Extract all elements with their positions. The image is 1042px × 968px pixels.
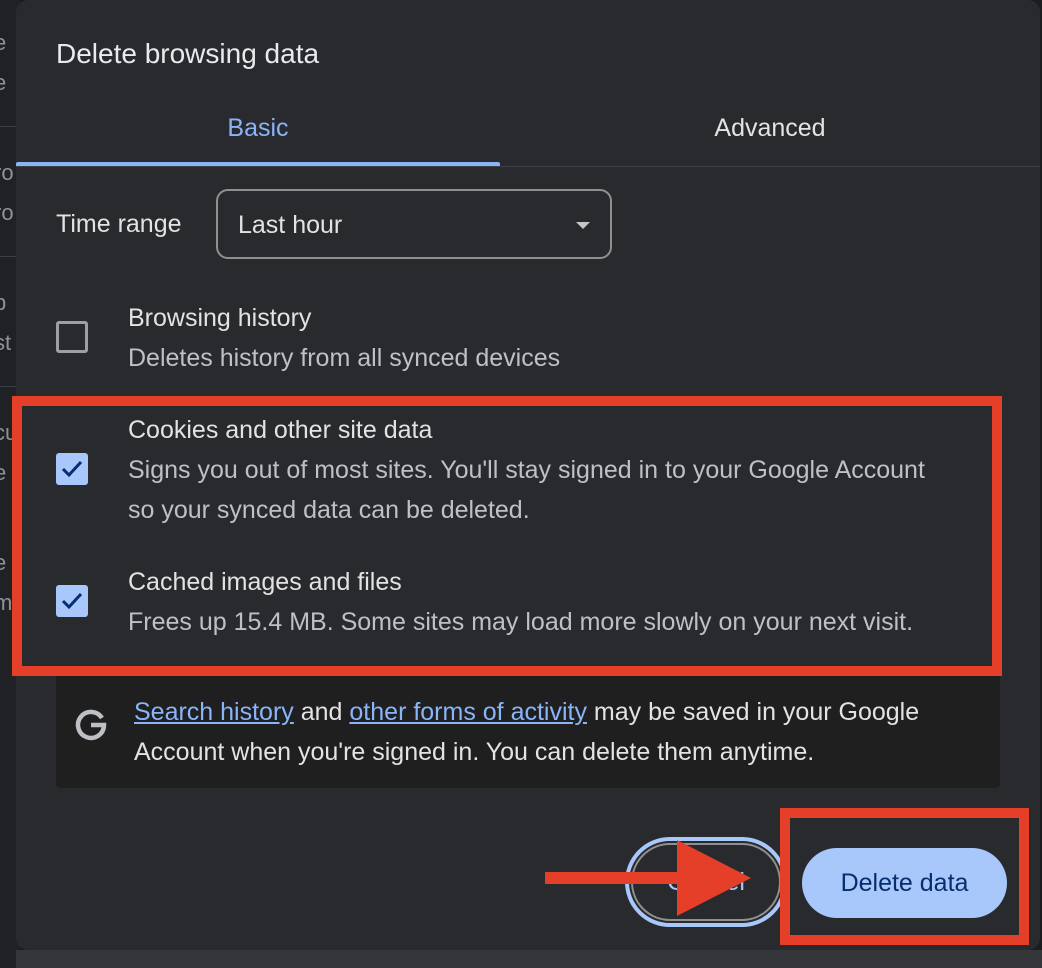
background-text: m (0, 590, 13, 615)
browsing-history-title: Browsing history (128, 304, 312, 332)
time-range-label: Time range (56, 210, 182, 238)
background-text: st (0, 330, 12, 355)
background-text: e (0, 460, 7, 485)
browsing-history-checkbox[interactable] (56, 321, 88, 353)
cookies-description: Signs you out of most sites. You'll stay… (128, 456, 925, 524)
cookies-title: Cookies and other site data (128, 416, 433, 444)
caret-down-icon (576, 222, 590, 229)
cached-images-title: Cached images and files (128, 568, 402, 596)
tab-basic-label: Basic (227, 114, 289, 142)
background-text: e (0, 30, 7, 55)
tab-advanced[interactable]: Advanced (500, 110, 1040, 166)
background-text: p (0, 290, 7, 315)
time-range-value: Last hour (238, 211, 343, 239)
background-text: ro (0, 200, 14, 225)
google-g-icon (75, 709, 107, 741)
tab-advanced-label: Advanced (714, 114, 826, 142)
search-history-link[interactable]: Search history (134, 698, 294, 726)
tabs-divider (16, 166, 1040, 167)
background-text: cu (0, 420, 18, 445)
cookies-checkbox[interactable] (56, 453, 88, 485)
cached-images-checkbox[interactable] (56, 585, 88, 617)
browsing-history-description: Deletes history from all synced devices (128, 344, 561, 372)
account-activity-text: Search history and other forms of activi… (134, 692, 994, 772)
cached-images-description: Frees up 15.4 MB. Some sites may load mo… (128, 608, 914, 636)
time-range-select[interactable]: Last hour (216, 189, 612, 259)
dialog-title: Delete browsing data (56, 38, 320, 69)
info-text-part: and (293, 698, 350, 726)
background-text: e (0, 70, 7, 95)
delete-browsing-data-dialog: Delete browsing data Basic Advanced Time… (16, 0, 1040, 950)
background-text: ro (0, 160, 14, 185)
tab-basic[interactable]: Basic (16, 110, 500, 166)
other-activity-link[interactable]: other forms of activity (349, 698, 587, 726)
checkmark-icon (61, 592, 83, 610)
cancel-button[interactable]: Cancel (625, 837, 787, 927)
delete-data-button[interactable]: Delete data (802, 848, 1007, 918)
account-activity-notice: Search history and other forms of activi… (56, 668, 1000, 788)
background-strip (16, 950, 1042, 968)
checkmark-icon (61, 460, 83, 478)
background-text: e (0, 550, 7, 575)
